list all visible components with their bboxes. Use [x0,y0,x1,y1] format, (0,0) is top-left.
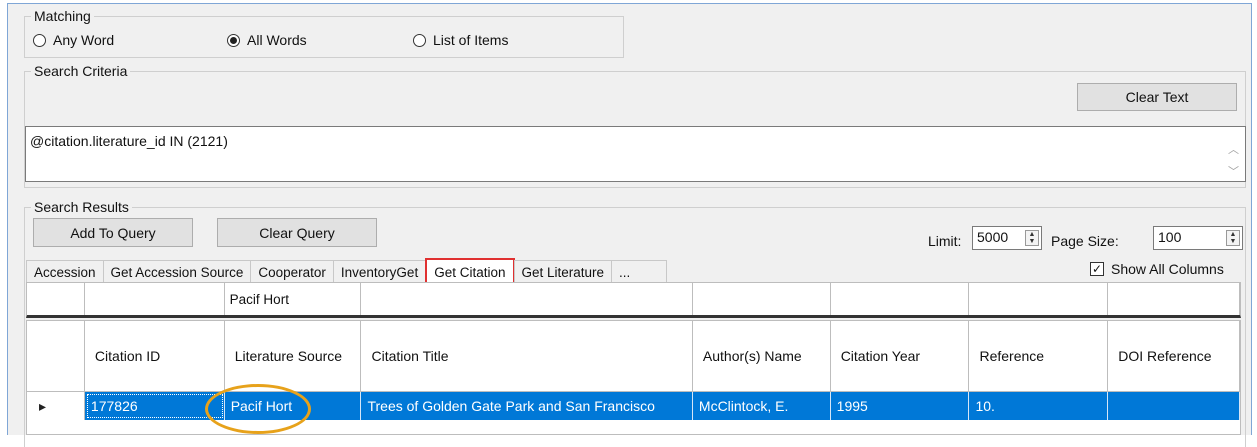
table-row[interactable]: ▸ 177826 Pacif Hort Trees of Golden Gate… [27,392,1240,420]
cell-citation-year[interactable]: 1995 [830,392,970,420]
column-header-doi-reference[interactable]: DOI Reference [1108,321,1240,391]
radio-circle-icon [413,33,426,47]
column-header-authors-name[interactable]: Author(s) Name [693,321,831,391]
cell-literature-source[interactable]: Pacif Hort [224,392,362,420]
add-to-query-button[interactable]: Add To Query [33,218,193,247]
filter-cell[interactable] [1108,283,1240,315]
limit-label: Limit: [928,233,962,249]
filter-row: Pacif Hort [26,282,1241,318]
radio-label: List of Items [433,32,509,48]
clear-query-button[interactable]: Clear Query [217,218,377,247]
page-size-value: 100 [1158,229,1182,245]
radio-label: Any Word [53,32,115,48]
matching-title: Matching [31,7,94,25]
filter-cell[interactable] [361,283,693,315]
filter-cell[interactable] [693,283,831,315]
limit-input[interactable]: 5000 ▲ ▼ [972,226,1042,250]
results-tabs: Accession Get Accession Source Cooperato… [26,258,668,286]
cell-doi-reference[interactable] [1108,392,1240,420]
limit-value: 5000 [977,229,1009,245]
filter-cell[interactable] [27,283,85,315]
clear-text-button[interactable]: Clear Text [1077,83,1237,111]
radio-list-of-items[interactable]: List of Items [413,32,508,48]
tab-get-accession-source[interactable]: Get Accession Source [102,260,252,283]
spinner-icon[interactable]: ▲ ▼ [1226,230,1240,246]
column-header-citation-title[interactable]: Citation Title [361,321,693,391]
column-header-reference[interactable]: Reference [969,321,1109,391]
radio-all-words[interactable]: All Words [227,32,307,48]
tab-more[interactable]: ... [611,260,668,283]
tab-inventoryget[interactable]: InventoryGet [332,260,427,283]
tab-cooperator[interactable]: Cooperator [250,260,334,283]
chevron-up-icon[interactable]: ︿ [1228,141,1239,157]
radio-circle-icon [33,33,46,47]
filter-cell-literature-source[interactable]: Pacif Hort [225,283,362,315]
cell-reference[interactable]: 10. [969,392,1109,420]
query-text: @citation.literature_id IN (2121) [30,133,228,149]
results-grid: Citation ID Literature Source Citation T… [26,320,1241,435]
search-criteria-group: Search Criteria Clear Text @citation.lit… [24,62,1246,188]
column-header-literature-source[interactable]: Literature Source [225,321,362,391]
filter-cell[interactable] [831,283,970,315]
page-size-input[interactable]: 100 ▲ ▼ [1153,226,1243,250]
grid-header: Citation ID Literature Source Citation T… [27,321,1240,392]
cell-citation-title[interactable]: Trees of Golden Gate Park and San Franci… [361,392,693,420]
spinner-icon[interactable]: ▲ ▼ [1025,230,1039,246]
cell-authors-name[interactable]: McClintock, E. [692,392,831,420]
column-header-citation-year[interactable]: Citation Year [831,321,970,391]
radio-any-word[interactable]: Any Word [33,32,114,48]
page-size-label: Page Size: [1051,233,1119,249]
show-all-columns-checkbox[interactable]: ✓ Show All Columns [1090,261,1224,277]
radio-label: All Words [247,32,307,48]
filter-cell[interactable] [969,283,1109,315]
chevron-down-icon[interactable]: ﹀ [1228,163,1239,179]
search-criteria-title: Search Criteria [31,62,131,80]
tab-accession[interactable]: Accession [26,260,104,283]
tab-get-literature[interactable]: Get Literature [513,260,613,283]
column-header-rowhead[interactable] [27,321,85,391]
filter-cell[interactable] [85,283,225,315]
matching-group: Matching Any Word All Words List of Item… [24,7,624,58]
search-results-title: Search Results [31,198,132,216]
show-all-columns-label: Show All Columns [1111,261,1224,277]
radio-selected-icon [227,33,240,47]
checkmark-icon: ✓ [1090,262,1104,276]
query-textarea[interactable]: @citation.literature_id IN (2121) ︿ ﹀ [25,126,1246,182]
cell-citation-id[interactable]: 177826 [84,392,225,420]
row-indicator-icon[interactable]: ▸ [27,392,85,420]
column-header-citation-id[interactable]: Citation ID [85,321,225,391]
